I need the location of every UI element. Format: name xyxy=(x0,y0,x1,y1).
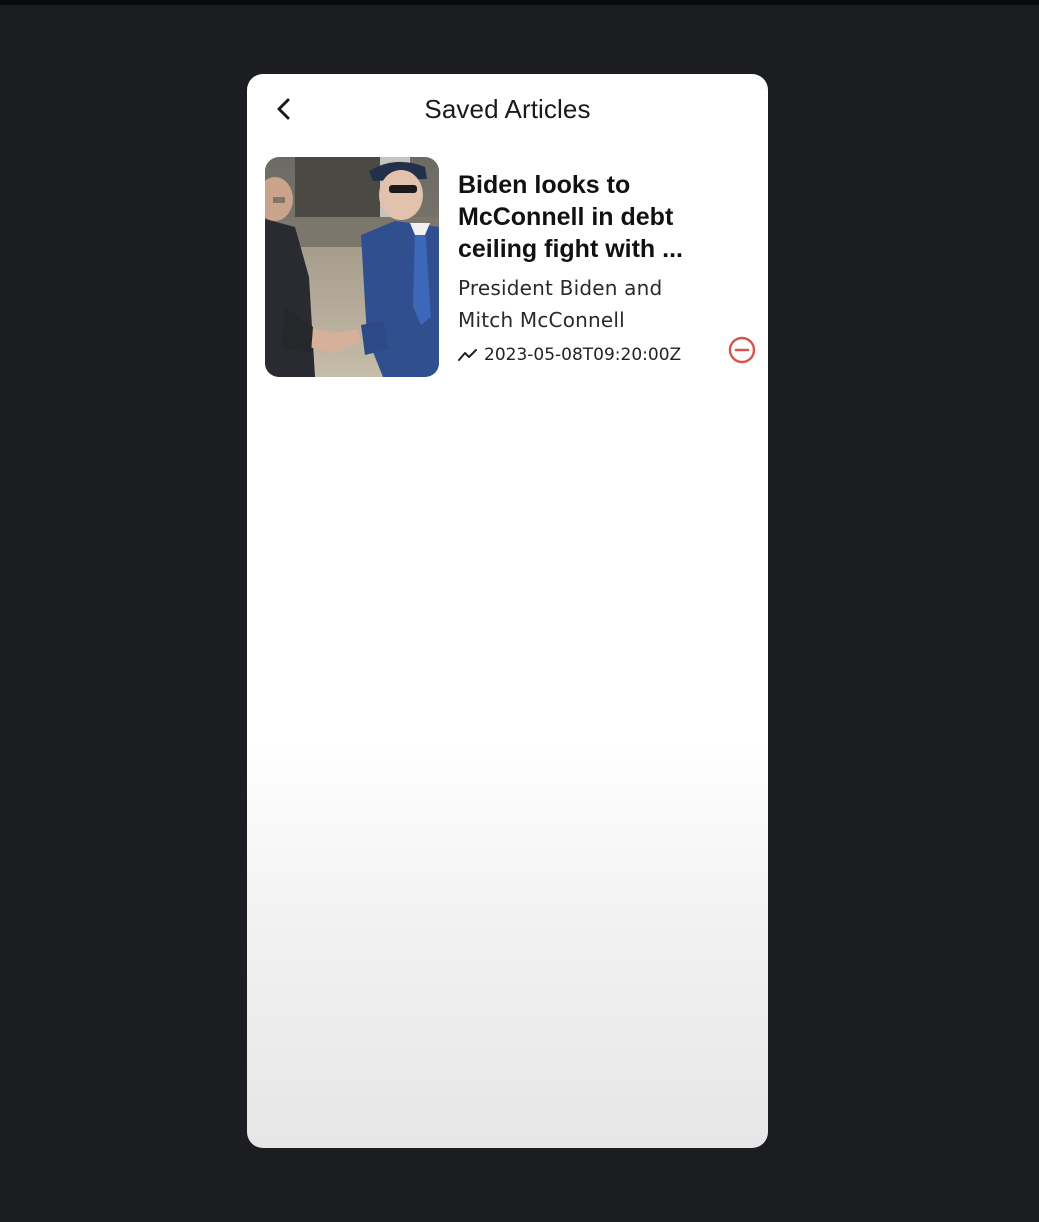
article-meta: 2023-05-08T09:20:00Z xyxy=(458,344,681,366)
article-thumbnail xyxy=(265,157,439,377)
window-top-edge xyxy=(0,0,1039,5)
minus-circle-icon xyxy=(728,336,756,364)
remove-saved-article-button[interactable] xyxy=(727,335,757,365)
trending-icon xyxy=(458,349,477,361)
page-title: Saved Articles xyxy=(424,94,591,124)
article-summary: President Biden and Mitch McConnell xyxy=(458,276,663,332)
phone-screen: Saved Articles Biden looks to McConnell … xyxy=(247,74,768,1148)
article-date: 2023-05-08T09:20:00Z xyxy=(484,345,682,365)
article-title: Biden looks to McConnell in debt ceiling… xyxy=(458,171,683,263)
saved-article-item[interactable]: Biden looks to McConnell in debt ceiling… xyxy=(265,156,757,378)
app-header: Saved Articles xyxy=(247,74,768,148)
